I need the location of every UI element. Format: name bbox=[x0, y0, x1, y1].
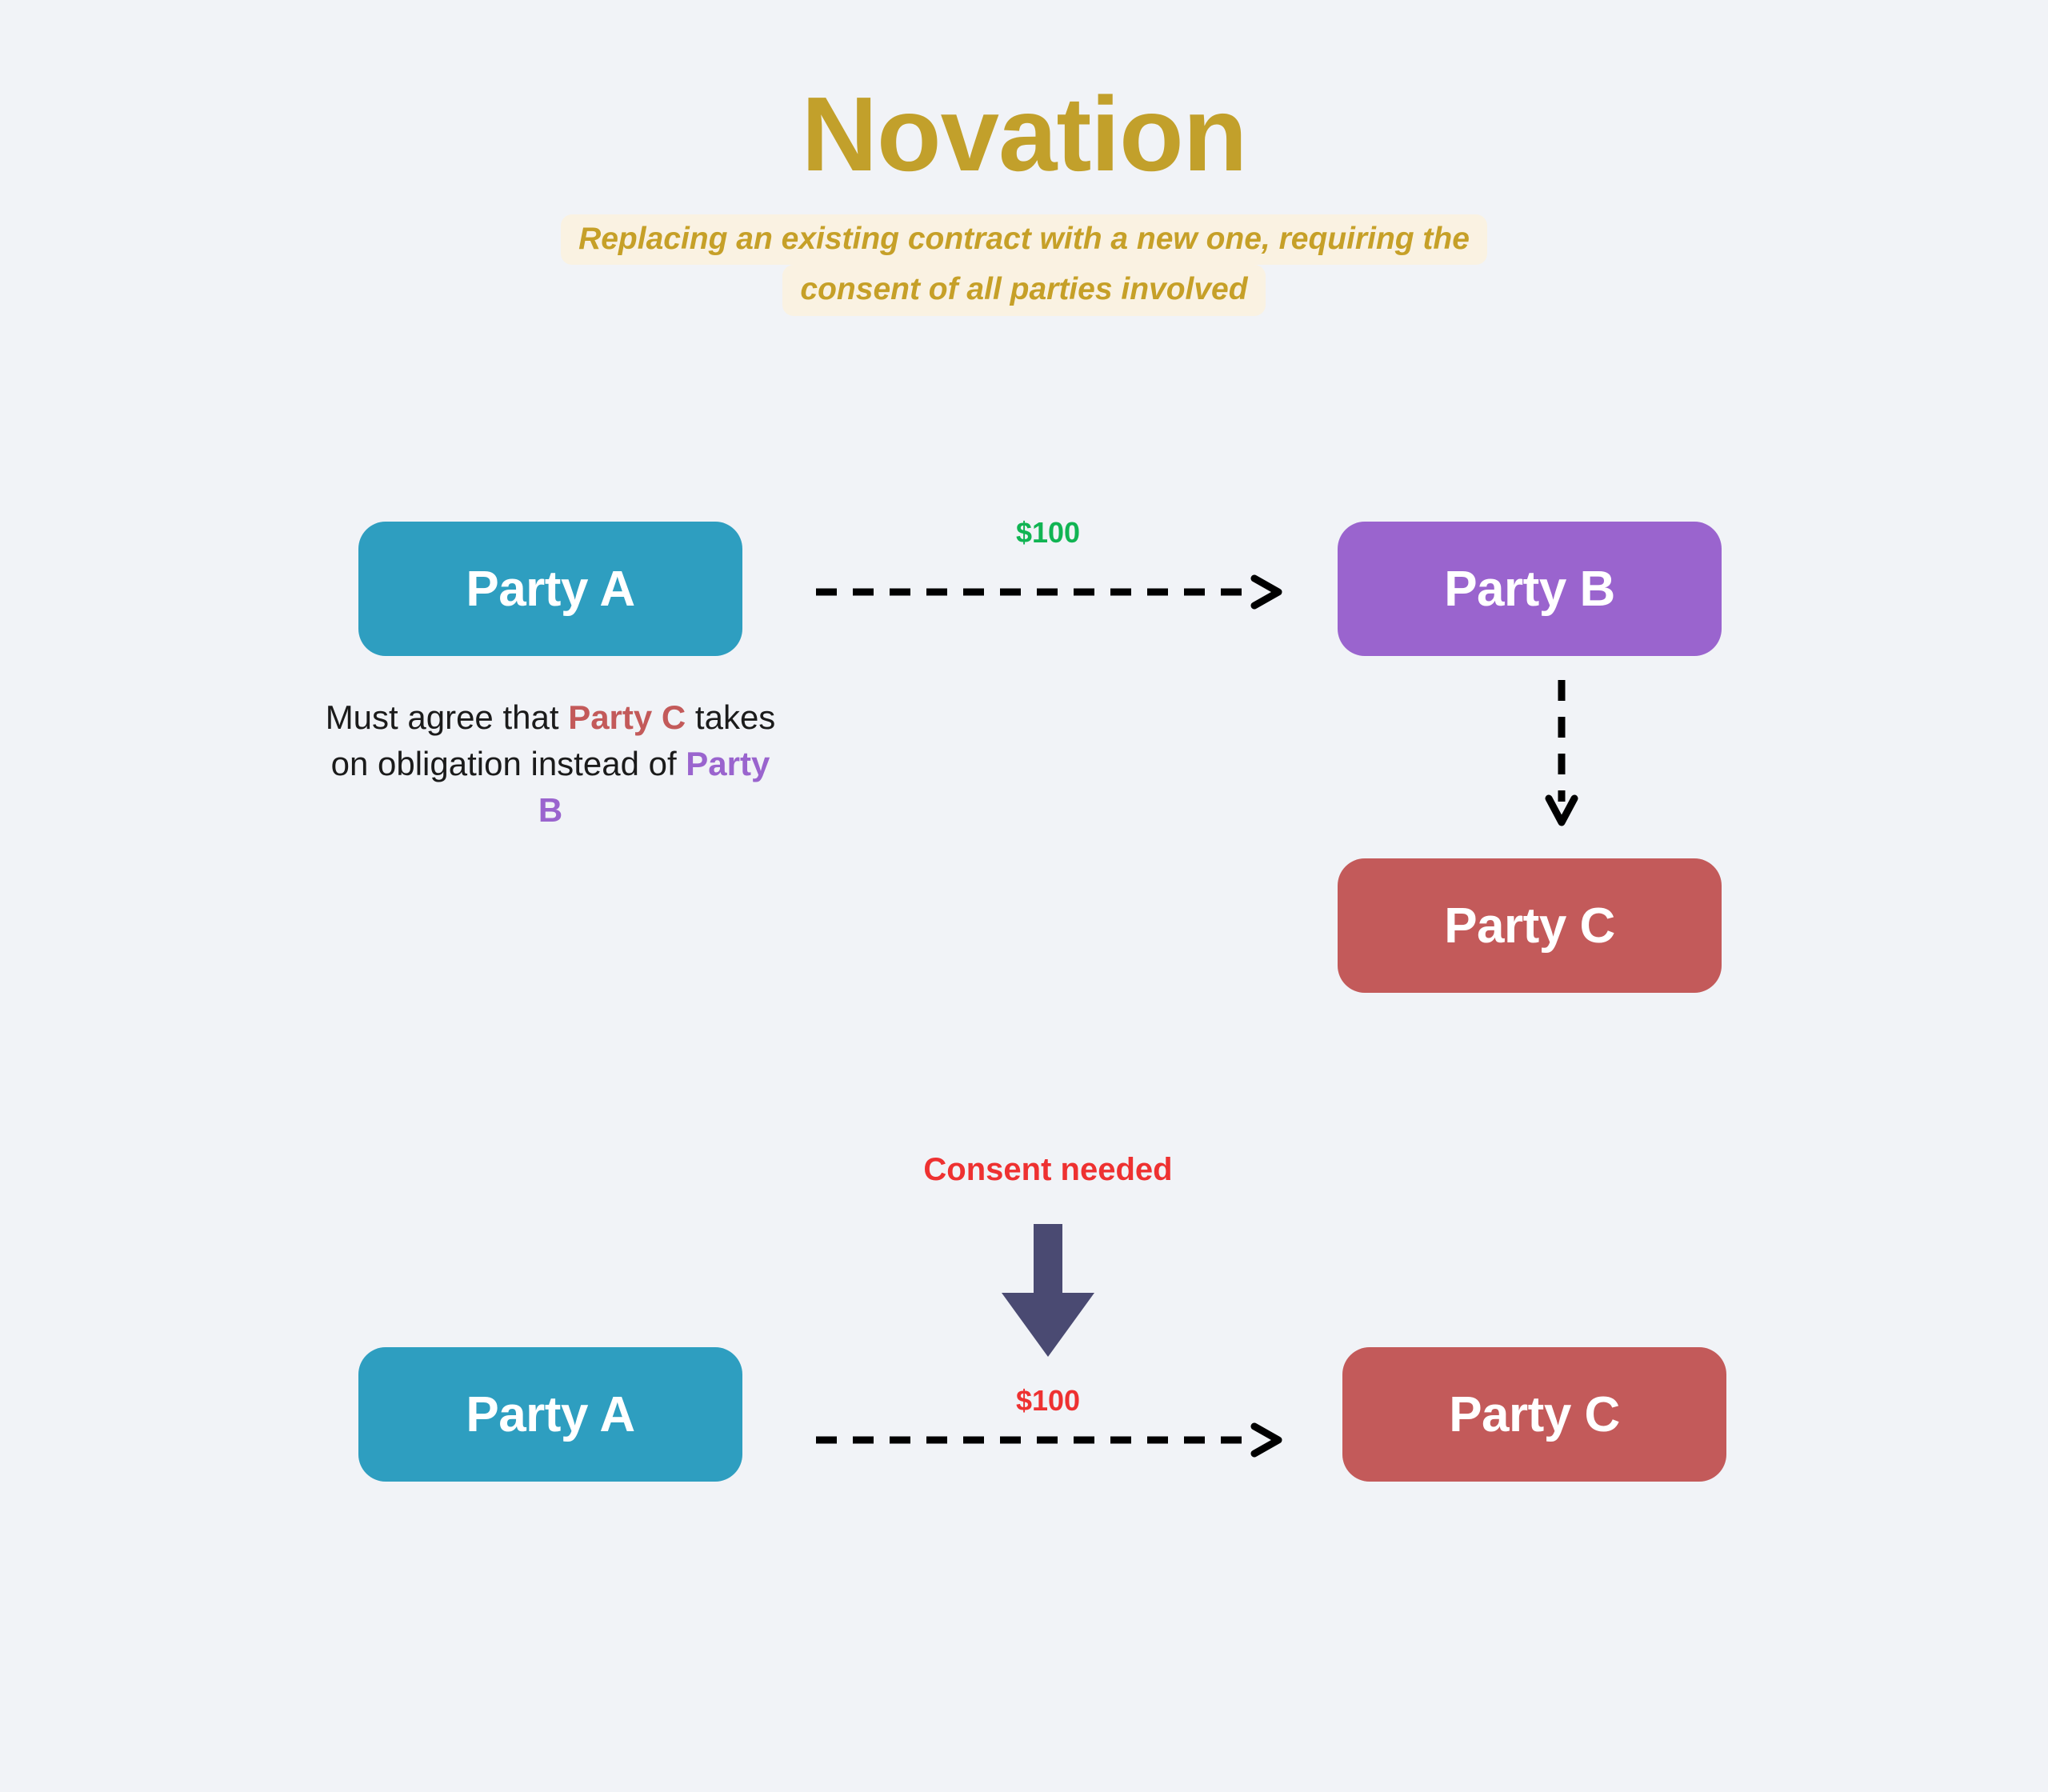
page-title: Novation bbox=[801, 75, 1248, 193]
note-segment-1: Must agree that bbox=[325, 698, 569, 736]
party-a-label-bottom: Party A bbox=[466, 1386, 635, 1442]
dashed-arrow-down-icon bbox=[1545, 680, 1578, 826]
party-a-box-top[interactable]: Party A bbox=[358, 522, 742, 656]
header: Novation Replacing an existing contract … bbox=[0, 0, 2048, 317]
dashed-arrow-right-icon-bottom bbox=[816, 1422, 1282, 1458]
payment-amount-top: $100 bbox=[1015, 516, 1081, 549]
party-a-note: Must agree that Party C takes on obligat… bbox=[318, 694, 782, 834]
party-a-label-top: Party A bbox=[466, 561, 635, 617]
thick-arrow-down-icon bbox=[1000, 1224, 1096, 1358]
dashed-arrow-right-icon bbox=[816, 574, 1282, 610]
party-c-box-top[interactable]: Party C bbox=[1338, 858, 1722, 993]
subtitle: Replacing an existing contract with a ne… bbox=[0, 214, 2048, 317]
party-c-label-bottom: Party C bbox=[1449, 1386, 1620, 1442]
note-highlight-party-c: Party C bbox=[568, 698, 686, 736]
party-a-box-bottom[interactable]: Party A bbox=[358, 1347, 742, 1482]
subtitle-line-1: Replacing an existing contract with a ne… bbox=[561, 214, 1487, 266]
payment-amount-bottom: $100 bbox=[1015, 1384, 1081, 1417]
consent-needed-label: Consent needed bbox=[923, 1152, 1173, 1187]
party-c-label-top: Party C bbox=[1444, 898, 1615, 954]
party-b-label: Party B bbox=[1444, 561, 1615, 617]
party-c-box-bottom[interactable]: Party C bbox=[1342, 1347, 1726, 1482]
party-b-box[interactable]: Party B bbox=[1338, 522, 1722, 656]
subtitle-line-2: consent of all parties involved bbox=[782, 265, 1266, 317]
